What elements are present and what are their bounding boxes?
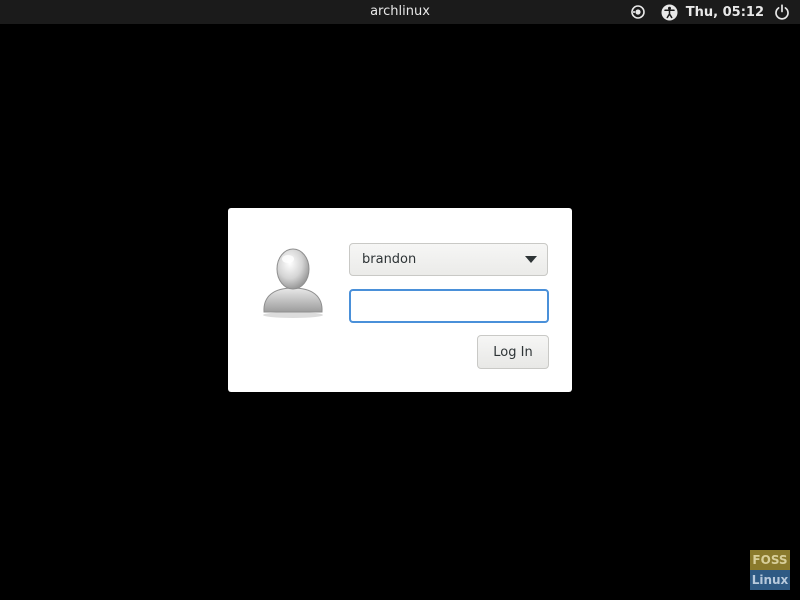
login-dialog: brandon Log In: [228, 208, 572, 392]
accessibility-icon[interactable]: [660, 2, 680, 22]
clock[interactable]: Thu, 05:12: [686, 5, 764, 20]
top-bar: archlinux Thu, 05:12: [0, 0, 800, 24]
login-screen: archlinux Thu, 05:12 brandon Log In FOSS…: [0, 0, 800, 600]
selected-user-label: brandon: [362, 252, 417, 267]
power-icon[interactable]: [772, 2, 792, 22]
login-button[interactable]: Log In: [477, 335, 549, 369]
watermark-line1: FOSS: [750, 550, 790, 570]
user-select-dropdown[interactable]: brandon: [349, 243, 548, 276]
watermark-line2: Linux: [750, 570, 790, 590]
user-avatar-icon: [258, 244, 328, 320]
network-icon[interactable]: [628, 2, 648, 22]
password-input[interactable]: [349, 289, 549, 323]
system-tray: Thu, 05:12: [628, 2, 792, 22]
foss-linux-watermark: FOSS Linux: [750, 550, 790, 590]
chevron-down-icon: [525, 256, 537, 263]
